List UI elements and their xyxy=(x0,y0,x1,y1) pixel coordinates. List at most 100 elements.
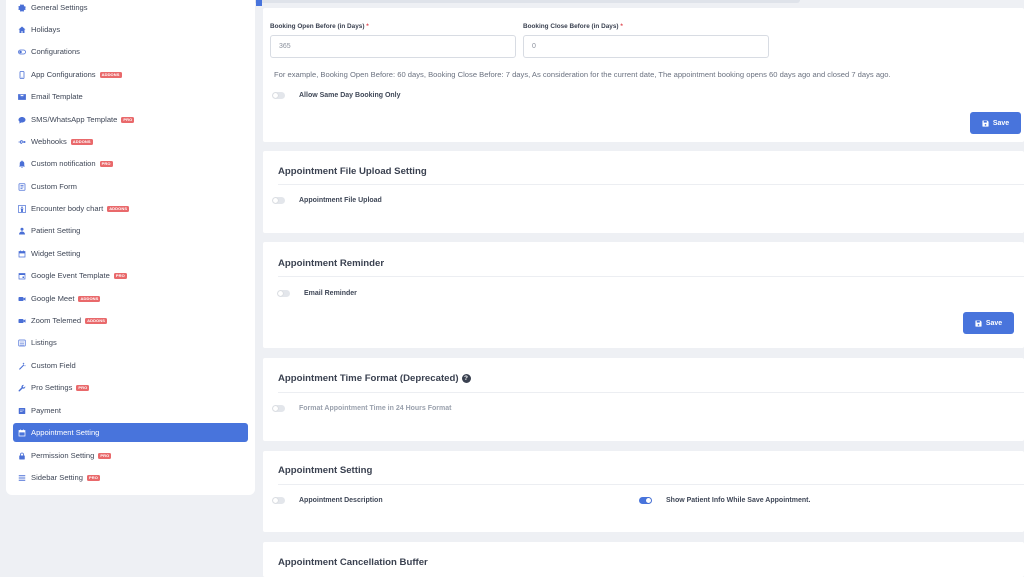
sidebar-item-custom-form[interactable]: Custom Form xyxy=(13,177,248,196)
required-mark: * xyxy=(366,23,369,30)
patient-info-toggle[interactable] xyxy=(639,497,652,504)
gears-icon xyxy=(17,3,27,13)
sidebar-item-zoom-telemed[interactable]: Zoom Telemed ADDONS xyxy=(13,311,248,330)
save-button-label: Save xyxy=(985,319,1003,327)
appointment-description-toggle-row[interactable]: Appointment Description xyxy=(272,497,383,504)
bars-icon xyxy=(17,473,27,483)
file-upload-title: Appointment File Upload Setting xyxy=(278,166,427,177)
sidebar-item-patient-setting[interactable]: Patient Setting xyxy=(13,221,248,240)
sidebar-item-label: Patient Setting xyxy=(31,226,81,235)
email-reminder-toggle[interactable] xyxy=(277,290,290,297)
home-icon xyxy=(17,25,27,35)
user-icon xyxy=(17,226,27,236)
toggle-icon xyxy=(17,47,27,57)
sidebar-item-sms-whatsapp-template[interactable]: SMS/WhatsApp Template PRO xyxy=(13,110,248,129)
sidebar-item-custom-notification[interactable]: Custom notification PRO xyxy=(13,154,248,173)
pro-badge: PRO xyxy=(121,116,135,123)
list-icon xyxy=(17,338,27,348)
sidebar-item-google-event-template[interactable]: Google Event Template PRO xyxy=(13,266,248,285)
sidebar-item-label: Listings xyxy=(31,338,57,347)
sidebar-item-google-meet[interactable]: Google Meet ADDONS xyxy=(13,289,248,308)
addons-badge: ADDONS xyxy=(85,317,108,324)
sidebar-item-pro-settings[interactable]: Pro Settings PRO xyxy=(13,378,248,397)
body-chart-icon xyxy=(17,204,27,214)
time-format-toggle[interactable] xyxy=(272,405,285,412)
sidebar-item-label: Zoom Telemed xyxy=(31,316,82,325)
sidebar-item-general-settings[interactable]: General Settings xyxy=(13,0,248,17)
sidebar-item-configurations[interactable]: Configurations xyxy=(13,42,248,61)
email-reminder-toggle-row[interactable]: Email Reminder xyxy=(277,290,357,297)
bell-icon xyxy=(17,159,27,169)
floppy-disk-icon xyxy=(975,319,982,327)
sidebar-item-email-template[interactable]: Email Template xyxy=(13,87,248,106)
envelope-icon xyxy=(17,92,27,102)
form-icon xyxy=(17,182,27,192)
sidebar-item-label: Holidays xyxy=(31,25,61,34)
sidebar-item-app-configurations[interactable]: App Configurations ADDONS xyxy=(13,65,248,84)
patient-info-toggle-row[interactable]: Show Patient Info While Save Appointment… xyxy=(639,497,810,504)
panel-divider xyxy=(278,484,1024,485)
sidebar-item-label: Email Template xyxy=(31,92,83,101)
floppy-disk-icon xyxy=(982,119,989,127)
sidebar-item-label: Sidebar Setting xyxy=(31,473,83,482)
sidebar-item-holidays[interactable]: Holidays xyxy=(13,20,248,39)
booking-help-text: For example, Booking Open Before: 60 day… xyxy=(274,70,891,79)
sidebar-item-custom-field[interactable]: Custom Field xyxy=(13,356,248,375)
sidebar-item-label: SMS/WhatsApp Template xyxy=(31,115,118,124)
same-day-booking-label: Allow Same Day Booking Only xyxy=(299,92,401,99)
pro-badge: PRO xyxy=(76,384,90,391)
same-day-booking-toggle[interactable] xyxy=(272,92,285,99)
magic-icon xyxy=(17,361,27,371)
booking-close-input[interactable] xyxy=(523,35,769,58)
reminder-save-button[interactable]: Save xyxy=(963,312,1014,334)
usb-icon xyxy=(17,137,27,147)
panel-divider xyxy=(278,392,1024,393)
sidebar-item-widget-setting[interactable]: Widget Setting xyxy=(13,244,248,263)
appointment-description-toggle[interactable] xyxy=(272,497,285,504)
chat-icon xyxy=(17,115,27,125)
question-circle-icon[interactable]: ? xyxy=(461,374,471,383)
booking-open-input[interactable] xyxy=(270,35,516,58)
addons-badge: ADDONS xyxy=(107,205,130,212)
panel-divider xyxy=(278,276,1024,277)
video-icon xyxy=(17,316,27,326)
sidebar-item-label: Custom Form xyxy=(31,182,77,191)
reminder-panel: Appointment Reminder Email Reminder Save xyxy=(263,242,1024,348)
sidebar-item-webhooks[interactable]: Webhooks ADDONS xyxy=(13,132,248,151)
sidebar-item-label: Appointment Setting xyxy=(31,428,100,437)
appointment-description-label: Appointment Description xyxy=(299,497,383,504)
sidebar-item-listings[interactable]: Listings xyxy=(13,333,248,352)
sidebar-item-payment[interactable]: Payment xyxy=(13,401,248,420)
sidebar-item-label: Google Meet xyxy=(31,294,75,303)
appointment-setting-panel: Appointment Setting Appointment Descript… xyxy=(263,451,1024,532)
wrench-icon xyxy=(17,383,27,393)
sidebar-item-encounter-body-chart[interactable]: Encounter body chart ADDONS xyxy=(13,199,248,218)
sidebar-item-label: Webhooks xyxy=(31,137,67,146)
pro-badge: PRO xyxy=(113,272,127,279)
time-format-toggle-row[interactable]: Format Appointment Time in 24 Hours Form… xyxy=(272,405,451,412)
payment-icon xyxy=(17,406,27,416)
cancellation-buffer-title: Appointment Cancellation Buffer xyxy=(278,557,428,568)
pro-badge: PRO xyxy=(86,474,100,481)
sidebar-item-permission-setting[interactable]: Permission Setting PRO xyxy=(13,446,248,465)
file-upload-toggle[interactable] xyxy=(272,197,285,204)
pro-badge: PRO xyxy=(99,160,113,167)
settings-sidebar: General Settings Holidays Configurations Ap… xyxy=(6,0,255,495)
time-format-toggle-label: Format Appointment Time in 24 Hours Form… xyxy=(299,405,452,412)
addons-badge: ADDONS xyxy=(99,71,122,78)
sidebar-item-label: Google Event Template xyxy=(31,271,110,280)
sidebar-item-label: Pro Settings xyxy=(31,383,73,392)
time-format-title: Appointment Time Format (Deprecated)? xyxy=(278,373,471,384)
sidebar-item-sidebar-setting[interactable]: Sidebar Setting PRO xyxy=(13,468,248,487)
booking-open-label: Booking Open Before (in Days) * xyxy=(270,23,369,30)
sidebar-item-appointment-setting[interactable]: Appointment Setting xyxy=(13,423,248,442)
reminder-title: Appointment Reminder xyxy=(278,258,385,269)
patient-info-label: Show Patient Info While Save Appointment… xyxy=(666,497,811,504)
file-upload-panel: Appointment File Upload Setting Appointm… xyxy=(263,151,1024,233)
sidebar-item-label: Custom notification xyxy=(31,159,96,168)
same-day-booking-toggle-row[interactable]: Allow Same Day Booking Only xyxy=(272,92,401,99)
file-upload-toggle-row[interactable]: Appointment File Upload xyxy=(272,197,382,204)
booking-close-label: Booking Close Before (in Days) * xyxy=(523,23,623,30)
time-format-panel: Appointment Time Format (Deprecated)? Fo… xyxy=(263,358,1024,441)
booking-save-button[interactable]: Save xyxy=(970,112,1021,134)
